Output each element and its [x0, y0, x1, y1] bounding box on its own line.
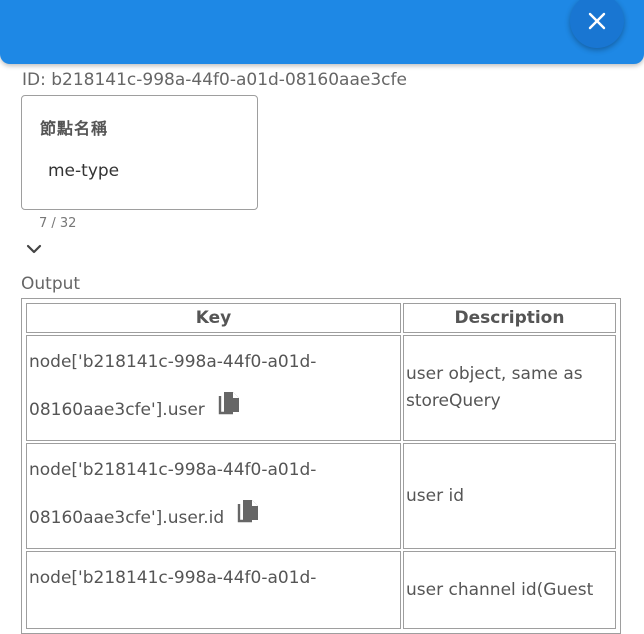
- description-cell: user channel id(Guest: [403, 551, 616, 629]
- output-table: Key Description node['b218141c-998a-44f0…: [21, 298, 621, 634]
- node-name-label: 節點名稱: [40, 119, 109, 138]
- column-header-key: Key: [26, 303, 401, 333]
- description-cell: user object, same as storeQuery: [403, 335, 616, 441]
- key-text-line2: 08160aae3cfe'].user: [29, 400, 205, 420]
- key-cell: node['b218141c-998a-44f0-a01d- 08160aae3…: [26, 335, 401, 441]
- column-header-description: Description: [403, 303, 616, 333]
- table-row: node['b218141c-998a-44f0-a01d- user chan…: [26, 551, 616, 629]
- key-text-line2: 08160aae3cfe'].user.id: [29, 508, 225, 528]
- table-header-row: Key Description: [26, 303, 616, 333]
- copy-icon[interactable]: [217, 391, 241, 417]
- table-row: node['b218141c-998a-44f0-a01d- 08160aae3…: [26, 335, 616, 441]
- dialog-header: [0, 0, 644, 64]
- node-name-field[interactable]: 節點名稱 me-type: [21, 95, 258, 210]
- description-cell: user id: [403, 443, 616, 549]
- output-label: Output: [21, 274, 81, 294]
- key-text-line1: node['b218141c-998a-44f0-a01d-: [29, 568, 317, 588]
- key-cell: node['b218141c-998a-44f0-a01d-: [26, 551, 401, 629]
- key-cell: node['b218141c-998a-44f0-a01d- 08160aae3…: [26, 443, 401, 549]
- chevron-down-icon[interactable]: [25, 241, 43, 257]
- key-text-line1: node['b218141c-998a-44f0-a01d-: [29, 352, 317, 372]
- key-text-line1: node['b218141c-998a-44f0-a01d-: [29, 460, 317, 480]
- node-name-value[interactable]: me-type: [48, 161, 119, 181]
- copy-icon[interactable]: [236, 499, 260, 525]
- character-counter: 7 / 32: [39, 216, 77, 231]
- table-row: node['b218141c-998a-44f0-a01d- 08160aae3…: [26, 443, 616, 549]
- node-id-text: ID: b218141c-998a-44f0-a01d-08160aae3cfe: [22, 70, 407, 90]
- close-icon: [588, 12, 606, 30]
